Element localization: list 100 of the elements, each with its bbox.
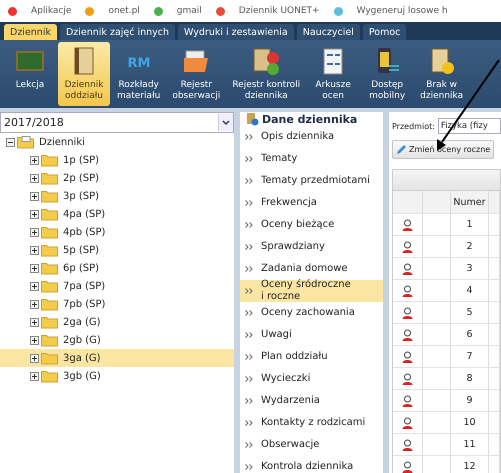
toolbar-button[interactable]: Brak w dziennika xyxy=(415,42,468,106)
nav-item[interactable]: Sprawdziany xyxy=(240,236,383,258)
student-icon xyxy=(402,416,413,428)
folder-icon xyxy=(41,154,58,166)
menu-tab[interactable]: Nauczyciel xyxy=(296,24,360,40)
nav-item[interactable]: Wycieczki xyxy=(240,368,383,390)
table-cell: 6 xyxy=(451,324,489,345)
nav-item[interactable]: Zadania domowe xyxy=(240,258,383,280)
folder-icon xyxy=(41,262,58,274)
table-cell: 5 xyxy=(451,302,489,323)
bookmark-favicon-icon xyxy=(154,6,163,16)
tree-item[interactable]: 4pa (SP) xyxy=(0,205,234,223)
folder-icon xyxy=(41,226,58,238)
toolbar-button[interactable]: RM Rozkłady materiału xyxy=(112,42,166,106)
expand-icon[interactable] xyxy=(30,246,39,254)
tree-item[interactable]: 7pb (SP) xyxy=(0,295,234,313)
table-cell: 12 xyxy=(451,456,489,473)
chevron-icon xyxy=(245,178,253,184)
tree-item[interactable]: 3ga (G) xyxy=(0,349,234,367)
tree-item[interactable]: 2ga (G) xyxy=(0,313,234,331)
folder-icon xyxy=(41,298,58,310)
nav-item[interactable]: Uwagi xyxy=(240,324,383,346)
table-cell: 2 xyxy=(451,236,489,257)
expand-icon[interactable] xyxy=(30,354,39,362)
nav-item[interactable]: Oceny śródroczne i roczne xyxy=(240,280,383,302)
nav-item[interactable]: Kontakty z rodzicami xyxy=(240,412,383,434)
nav-item[interactable]: Obserwacje xyxy=(240,434,383,456)
tree-item[interactable]: 5p (SP) xyxy=(0,241,234,259)
chevron-icon xyxy=(245,420,253,426)
chevron-icon xyxy=(245,398,253,404)
student-icon xyxy=(402,240,413,252)
chevron-icon xyxy=(245,134,253,140)
bookmark-link[interactable]: gmail xyxy=(176,6,202,16)
year-select[interactable]: 2017/2018 xyxy=(0,112,234,133)
nav-item[interactable]: Opis dziennika xyxy=(240,126,383,148)
chevron-icon xyxy=(245,200,253,206)
student-icon xyxy=(402,306,413,318)
bookmark-link[interactable]: Wygeneruj losowe h xyxy=(356,6,448,16)
expand-icon[interactable] xyxy=(30,210,39,218)
toolbar-button[interactable]: Rejestr obserwacji xyxy=(167,42,226,106)
folder-icon xyxy=(41,280,58,292)
rm-icon: RM xyxy=(124,46,154,76)
nav-item[interactable]: Oceny bieżące xyxy=(240,214,383,236)
tree-item[interactable]: 2gb (G) xyxy=(0,331,234,349)
folder-icon xyxy=(41,316,58,328)
bookmark-link[interactable]: Dziennik UONET+ xyxy=(238,6,320,16)
nav-item[interactable]: Plan oddziału xyxy=(240,346,383,368)
nav-item[interactable]: Kontrola dziennika xyxy=(240,456,383,473)
menu-tab[interactable]: Wydruki i zestawienia xyxy=(178,24,294,40)
toolbar-button[interactable]: Rejestr kontroli dziennika xyxy=(227,42,306,106)
chevron-icon xyxy=(245,310,253,316)
toolbar-button[interactable]: Arkusze ocen xyxy=(307,42,360,106)
toolbar-button[interactable]: Dostęp mobilny xyxy=(361,42,414,106)
chevron-icon xyxy=(245,332,253,338)
expand-icon[interactable] xyxy=(30,228,39,236)
nav-item[interactable]: Oceny zachowania xyxy=(240,302,383,324)
bookmark-favicon-icon xyxy=(334,6,343,16)
tree-item[interactable]: 1p (SP) xyxy=(0,151,234,169)
nav-item[interactable]: Tematy przedmiotami xyxy=(240,170,383,192)
expand-icon[interactable] xyxy=(30,336,39,344)
menu-tab[interactable]: Pomoc xyxy=(362,24,406,40)
expand-icon[interactable] xyxy=(30,264,39,272)
tree-item[interactable]: 2p (SP) xyxy=(0,169,234,187)
folder-icon xyxy=(41,370,58,382)
field-label: Przedmiot: xyxy=(392,122,435,130)
chevron-icon xyxy=(245,266,253,272)
chevron-icon xyxy=(245,376,253,382)
tree-item[interactable]: 6p (SP) xyxy=(0,259,234,277)
folder-icon xyxy=(41,352,58,364)
expand-icon[interactable] xyxy=(30,282,39,290)
panel-title: Dane dziennika xyxy=(262,112,358,126)
tree-item[interactable]: 3gb (G) xyxy=(0,367,234,385)
folder-icon xyxy=(41,172,58,184)
table-cell: 4 xyxy=(451,280,489,301)
chevron-icon xyxy=(245,244,253,250)
collapse-icon[interactable] xyxy=(6,138,15,146)
table-cell: 10 xyxy=(451,412,489,433)
nav-item[interactable]: Frekwencja xyxy=(240,192,383,214)
menu-tab[interactable]: Dziennik zajęć innych xyxy=(60,24,176,40)
bookmark-link[interactable]: onet.pl xyxy=(108,6,140,16)
expand-icon[interactable] xyxy=(30,156,39,164)
expand-icon[interactable] xyxy=(30,318,39,326)
bookmark-link[interactable]: Aplikacje xyxy=(31,6,72,16)
toolbar-button[interactable]: Dziennik oddziału xyxy=(58,42,110,106)
expand-icon[interactable] xyxy=(30,372,39,380)
tree-item[interactable]: 4pb (SP) xyxy=(0,223,234,241)
toolbar-button[interactable]: Lekcja xyxy=(4,42,56,106)
expand-icon[interactable] xyxy=(30,174,39,182)
table-cell: 8 xyxy=(451,368,489,389)
nav-item[interactable]: Tematy xyxy=(240,148,383,170)
nav-item[interactable]: Wydarzenia xyxy=(240,390,383,412)
tree-item[interactable]: 7pa (SP) xyxy=(0,277,234,295)
expand-icon[interactable] xyxy=(30,300,39,308)
tree-item[interactable]: Dzienniki xyxy=(0,133,234,151)
student-icon xyxy=(402,372,413,384)
tree-item[interactable]: 3p (SP) xyxy=(0,187,234,205)
menu-tab[interactable]: Dziennik xyxy=(4,24,57,40)
open-folder-icon xyxy=(17,136,34,148)
expand-icon[interactable] xyxy=(30,192,39,200)
chevron-icon xyxy=(245,442,253,448)
